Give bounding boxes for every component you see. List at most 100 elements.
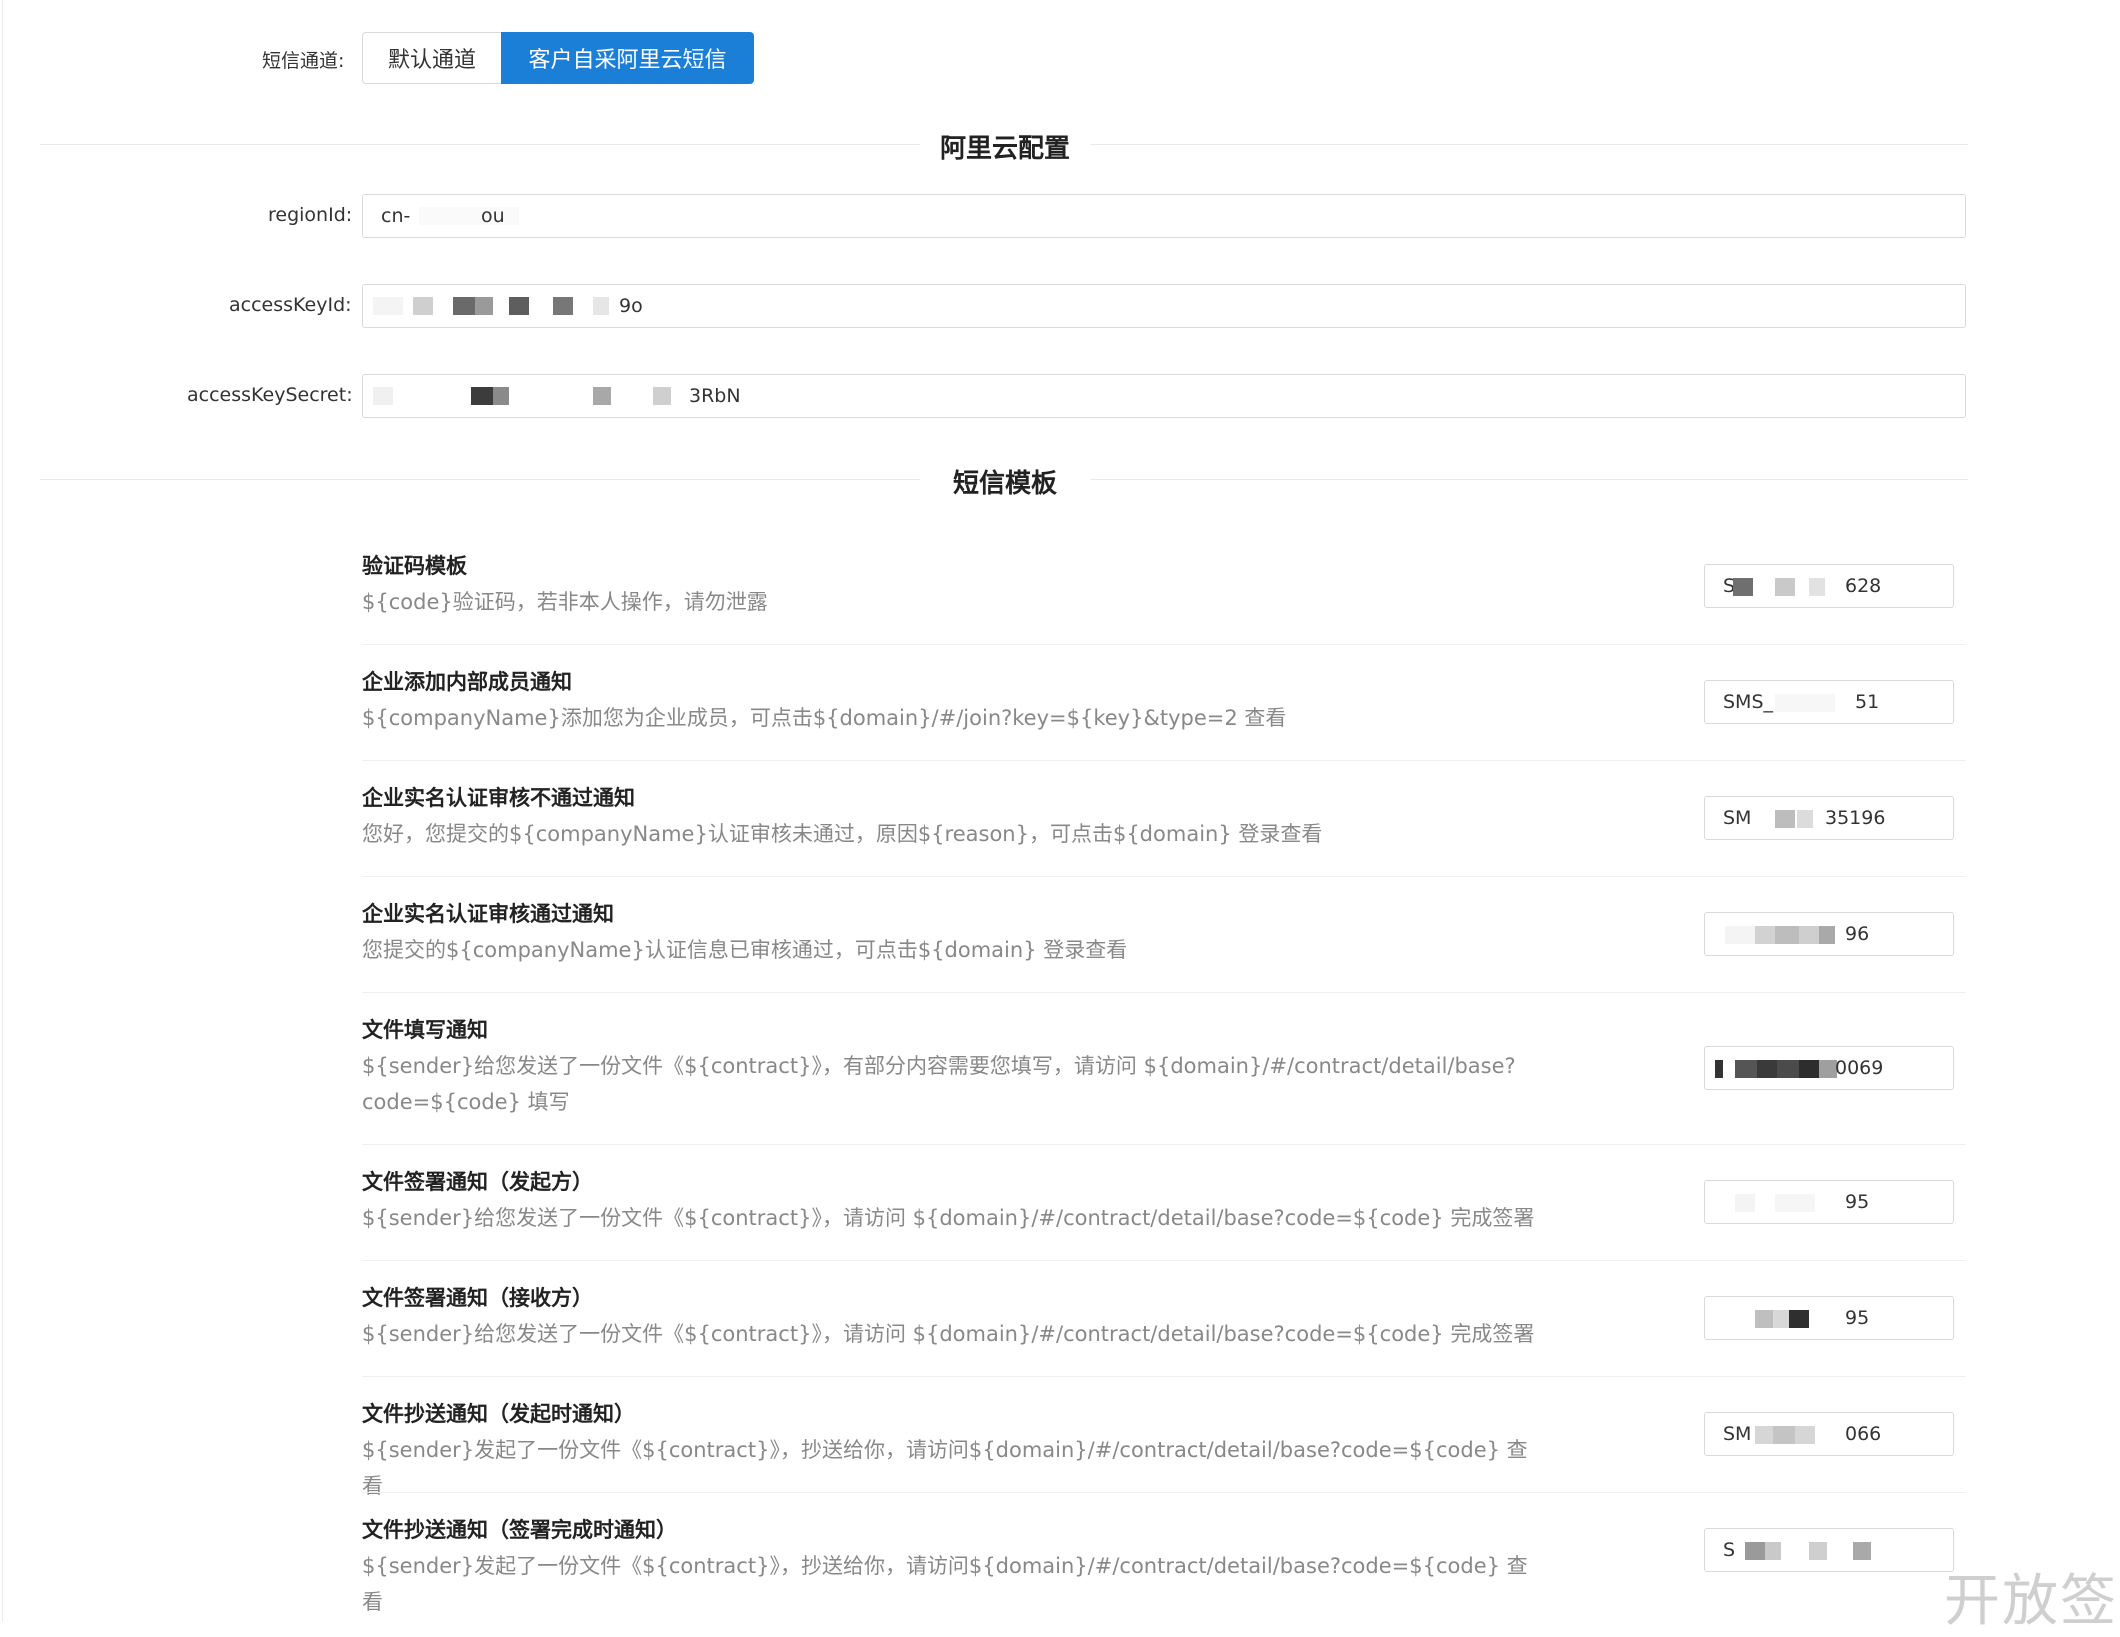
template-code-suffix: 628 <box>1845 575 1882 597</box>
access-key-id-suffix: 9o <box>619 295 643 317</box>
template-code-input[interactable]: 96 <box>1704 912 1954 956</box>
template-description: ${sender}给您发送了一份文件《${contract}》，请访问 ${do… <box>362 1206 1535 1230</box>
template-code-redaction <box>1735 1194 1755 1212</box>
access-key-secret-label: accessKeySecret: <box>187 384 353 406</box>
template-code-redaction <box>1725 926 1755 944</box>
template-description: ${code}验证码，若非本人操作，请勿泄露 <box>362 590 768 614</box>
access-key-id-redaction <box>593 297 609 315</box>
template-title: 文件签署通知（接收方） <box>362 1286 593 1310</box>
access-key-id-redaction <box>553 297 573 315</box>
template-row-divider <box>362 1376 1966 1377</box>
region-id-input[interactable]: cn- ou <box>362 194 1966 238</box>
access-key-id-redaction <box>453 297 475 315</box>
access-key-secret-redaction <box>471 387 493 405</box>
template-code-redaction <box>1799 1060 1819 1078</box>
template-section-title: 短信模板 <box>920 463 1090 500</box>
template-code-input[interactable]: S 628 <box>1704 564 1954 608</box>
template-description: ${sender}发起了一份文件《${contract}》，抄送给你，请访问${… <box>362 1438 1528 1498</box>
template-code-redaction <box>1765 1542 1781 1560</box>
template-code-redaction <box>1775 578 1795 596</box>
template-title: 企业实名认证审核通过通知 <box>362 902 614 926</box>
access-key-secret-redaction <box>653 387 671 405</box>
channel-option-aliyun[interactable]: 客户自采阿里云短信 <box>501 32 754 84</box>
page-left-border <box>2 0 3 1622</box>
template-code-redaction <box>1853 1542 1871 1560</box>
access-key-id-redaction <box>413 297 433 315</box>
template-code-redaction <box>1795 1426 1815 1444</box>
template-code-redaction <box>1775 694 1835 712</box>
region-id-prefix: cn- <box>381 205 411 227</box>
template-code-prefix: SM <box>1723 807 1752 829</box>
template-code-prefix: SMS_ <box>1723 691 1774 713</box>
access-key-secret-input[interactable]: 3RbN <box>362 374 1966 418</box>
channel-segmented-control: 默认通道 客户自采阿里云短信 <box>362 32 754 84</box>
template-code-redaction <box>1799 926 1819 944</box>
channel-option-default[interactable]: 默认通道 <box>362 32 501 84</box>
template-row-divider <box>362 644 1966 645</box>
template-title: 验证码模板 <box>362 554 467 578</box>
template-code-suffix: 0069 <box>1835 1057 1884 1079</box>
template-code-redaction <box>1755 1310 1773 1328</box>
access-key-id-redaction <box>373 297 403 315</box>
template-title: 文件填写通知 <box>362 1018 488 1042</box>
template-code-redaction <box>1789 1310 1809 1328</box>
template-code-redaction <box>1715 1060 1723 1078</box>
access-key-secret-redaction <box>373 387 393 405</box>
template-description: ${sender}给您发送了一份文件《${contract}》，有部分内容需要您… <box>362 1054 1516 1114</box>
template-code-suffix: 066 <box>1845 1423 1882 1445</box>
template-code-redaction <box>1809 1542 1827 1560</box>
template-description: ${sender}发起了一份文件《${contract}》，抄送给你，请访问${… <box>362 1554 1528 1614</box>
channel-label: 短信通道: <box>262 50 345 72</box>
template-row-divider <box>362 1260 1966 1261</box>
template-code-redaction <box>1775 1194 1815 1212</box>
template-code-redaction <box>1773 1426 1795 1444</box>
access-key-id-redaction <box>509 297 529 315</box>
region-id-suffix: ou <box>481 205 505 227</box>
template-row-divider <box>362 876 1966 877</box>
template-code-prefix: S <box>1723 1539 1736 1561</box>
template-code-suffix: 95 <box>1845 1307 1870 1329</box>
template-code-redaction <box>1775 926 1799 944</box>
template-code-suffix: 51 <box>1855 691 1880 713</box>
template-code-redaction <box>1735 1060 1757 1078</box>
template-description: ${companyName}添加您为企业成员，可点击${domain}/#/jo… <box>362 706 1287 730</box>
template-code-input[interactable]: 95 <box>1704 1180 1954 1224</box>
template-code-redaction <box>1755 926 1775 944</box>
template-code-redaction <box>1745 1542 1765 1560</box>
access-key-secret-redaction <box>593 387 611 405</box>
template-description: 您提交的${companyName}认证信息已审核通过，可点击${domain}… <box>362 938 1128 962</box>
template-title: 企业实名认证审核不通过通知 <box>362 786 635 810</box>
template-code-redaction <box>1757 1060 1777 1078</box>
template-code-redaction <box>1809 578 1825 596</box>
template-code-redaction <box>1775 810 1795 828</box>
template-code-input[interactable]: SM 35196 <box>1704 796 1954 840</box>
template-code-input[interactable]: S <box>1704 1528 1954 1572</box>
template-code-redaction <box>1755 1426 1773 1444</box>
template-title: 文件签署通知（发起方） <box>362 1170 593 1194</box>
template-description: ${sender}给您发送了一份文件《${contract}》，请访问 ${do… <box>362 1322 1535 1346</box>
template-title: 文件抄送通知（发起时通知） <box>362 1402 635 1426</box>
template-code-redaction <box>1777 1060 1799 1078</box>
access-key-secret-suffix: 3RbN <box>689 385 741 407</box>
template-description: 您好，您提交的${companyName}认证审核未通过，原因${reason}… <box>362 822 1323 846</box>
template-code-redaction <box>1773 1310 1789 1328</box>
access-key-id-input[interactable]: 9o <box>362 284 1966 328</box>
template-row-divider <box>362 1144 1966 1145</box>
template-title: 文件抄送通知（签署完成时通知） <box>362 1518 677 1542</box>
template-row-divider <box>362 992 1966 993</box>
template-row-divider <box>362 1492 1966 1493</box>
brand-watermark: 开放签 <box>1944 1569 2118 1634</box>
access-key-id-redaction <box>475 297 493 315</box>
template-code-redaction <box>1733 578 1753 596</box>
template-code-input[interactable]: 0069 <box>1704 1046 1954 1090</box>
region-id-label: regionId: <box>268 204 353 226</box>
template-code-prefix: SM <box>1723 1423 1752 1445</box>
template-code-input[interactable]: SMS_ 51 <box>1704 680 1954 724</box>
template-code-suffix: 96 <box>1845 923 1870 945</box>
template-code-redaction <box>1797 810 1813 828</box>
template-code-input[interactable]: 95 <box>1704 1296 1954 1340</box>
template-code-input[interactable]: SM 066 <box>1704 1412 1954 1456</box>
template-title: 企业添加内部成员通知 <box>362 670 572 694</box>
aliyun-section-title: 阿里云配置 <box>920 128 1090 165</box>
template-code-suffix: 35196 <box>1825 807 1886 829</box>
